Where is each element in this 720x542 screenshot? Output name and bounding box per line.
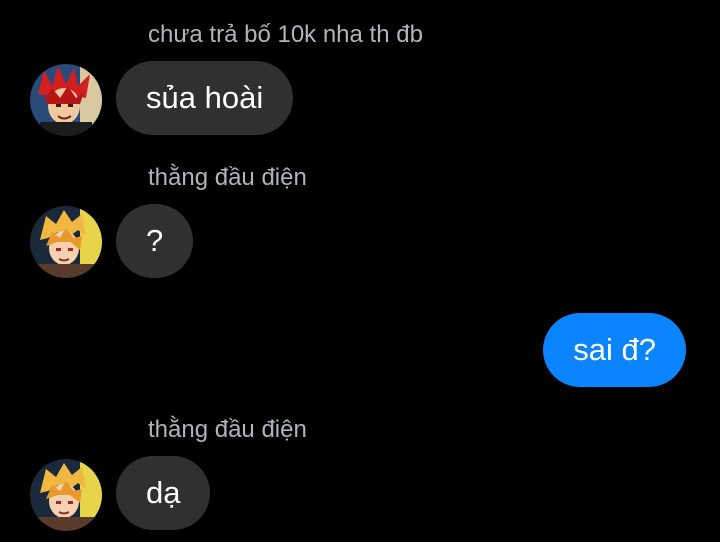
chat-thread: chưa trả bố 10k nha th đb sủa hoài thằng… [0,0,720,542]
message-bubble[interactable]: sủa hoài [116,61,294,135]
message-bubble[interactable]: dạ [116,456,211,530]
blonde-avatar-icon[interactable] [30,206,102,278]
outgoing-message-bubble[interactable]: sai đ? [543,313,686,387]
red-haired-avatar-icon[interactable] [30,64,102,136]
message-bubble[interactable]: ? [116,204,194,278]
blonde-avatar-icon[interactable] [30,459,102,531]
sender-name: chưa trả bố 10k nha th đb [148,21,423,48]
sender-name: thằng đầu điện [148,164,307,191]
sender-name: thằng đầu điện [148,416,307,443]
